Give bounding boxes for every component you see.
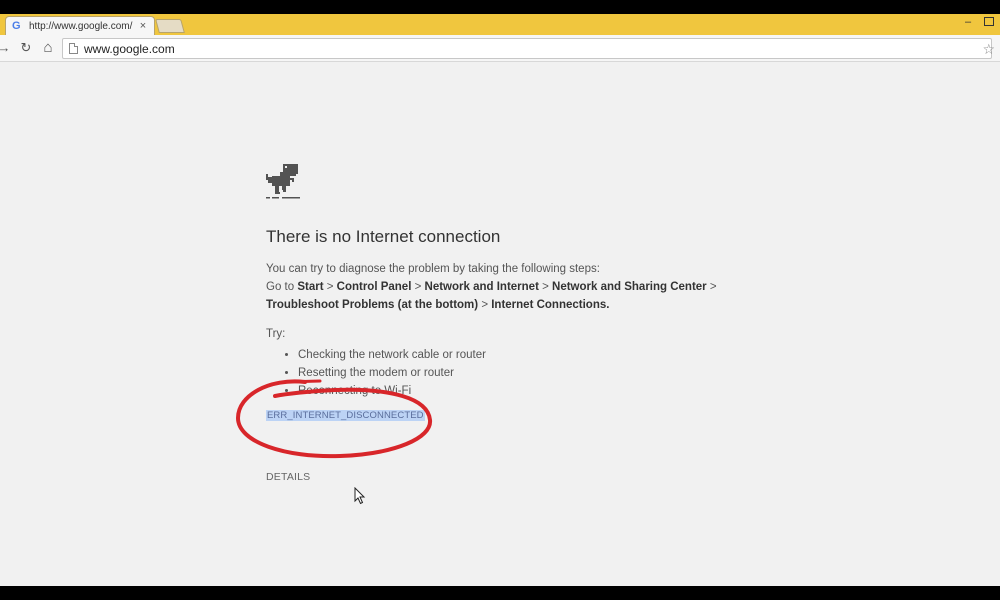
step-sharing-center: Network and Sharing Center (552, 281, 707, 293)
address-bar[interactable]: www.google.com ☆ (62, 38, 995, 59)
step-sep: > (323, 281, 337, 293)
browser-tab[interactable]: G http://www.google.com/ × (5, 16, 155, 35)
close-icon[interactable]: × (138, 21, 148, 32)
reload-icon[interactable]: ↻ (19, 41, 33, 55)
page-icon (69, 43, 78, 54)
bookmark-star-icon[interactable]: ☆ (982, 41, 995, 58)
browser-toolbar: → ↻ ⌂ www.google.com ☆ (0, 35, 1000, 62)
step-sep: > (538, 281, 553, 293)
screen: G http://www.google.com/ × – → ↻ ⌂ www.g… (0, 0, 1000, 600)
step-sep: > (478, 299, 492, 311)
steps-prefix: Go to (266, 281, 298, 293)
home-icon[interactable]: ⌂ (41, 40, 55, 55)
list-item: Reconnecting to Wi-Fi (298, 382, 486, 400)
try-list: Checking the network cable or router Res… (284, 346, 486, 400)
step-control-panel: Control Panel (336, 281, 412, 293)
forward-arrow-icon[interactable]: → (0, 41, 11, 55)
step-end: . (606, 299, 610, 311)
google-favicon-icon: G (12, 20, 21, 32)
restore-icon[interactable] (984, 17, 994, 26)
step-start: Start (297, 281, 324, 293)
step-sep: > (706, 281, 717, 293)
address-text: www.google.com (84, 41, 175, 56)
step-troubleshoot: Troubleshoot Problems (at the bottom) (266, 299, 479, 311)
error-code: ERR_INTERNET_DISCONNECTED (266, 410, 425, 421)
try-label: Try: (266, 328, 286, 340)
error-heading: There is no Internet connection (266, 227, 501, 246)
dino-icon (266, 164, 300, 199)
tab-strip: G http://www.google.com/ × (0, 14, 1000, 35)
mouse-cursor-icon (354, 487, 366, 505)
step-network-internet: Network and Internet (424, 281, 539, 293)
steps-line-1: Go to Start > Control Panel > Network an… (266, 281, 717, 293)
list-item: Checking the network cable or router (298, 346, 486, 364)
new-tab-button[interactable] (155, 19, 185, 33)
tab-title: http://www.google.com/ (29, 20, 133, 32)
list-item: Resetting the modem or router (298, 364, 486, 382)
top-letterbox (0, 0, 1000, 14)
details-button[interactable]: DETAILS (266, 471, 310, 483)
steps-line-2: Troubleshoot Problems (at the bottom) > … (266, 299, 609, 311)
bottom-letterbox (0, 586, 1000, 600)
step-internet-connections: Internet Connections (491, 299, 607, 311)
step-sep: > (411, 281, 425, 293)
window-controls: – (962, 16, 994, 28)
diagnose-intro: You can try to diagnose the problem by t… (266, 263, 600, 275)
minimize-icon[interactable]: – (962, 16, 974, 28)
